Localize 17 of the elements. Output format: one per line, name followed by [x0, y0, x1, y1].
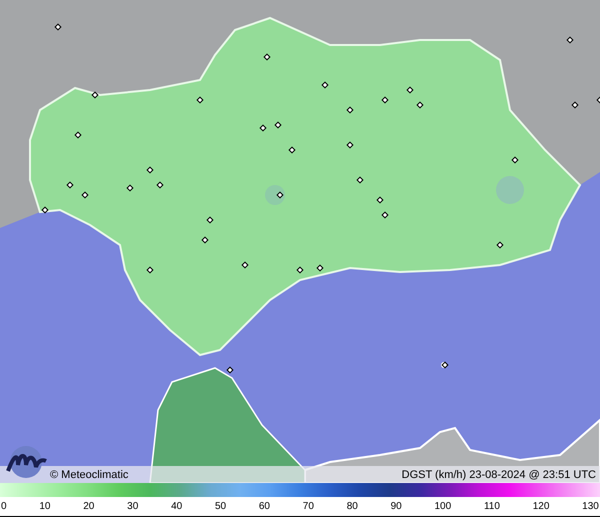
scale-label: 100 [434, 501, 452, 512]
scale-label: 80 [346, 501, 358, 512]
scale-label: 60 [258, 501, 270, 512]
scale-label: 130 [582, 501, 599, 512]
scale-label: 40 [171, 501, 182, 512]
scale-label: 20 [83, 501, 94, 512]
logo-icon [4, 445, 48, 479]
map-caption: DGST (km/h) 23-08-2024 @ 23:51 UTC [402, 468, 596, 480]
scale-label: 90 [390, 501, 402, 512]
scale-label: 30 [127, 501, 138, 512]
scale-label: 10 [39, 501, 50, 512]
scale-label: 0 [1, 501, 7, 512]
scale-label: 120 [532, 501, 550, 512]
copyright-text: © Meteoclimatic [50, 468, 128, 480]
scale-label: 70 [302, 501, 314, 512]
scale-label: 110 [484, 501, 500, 512]
scale-label: 50 [214, 501, 226, 512]
